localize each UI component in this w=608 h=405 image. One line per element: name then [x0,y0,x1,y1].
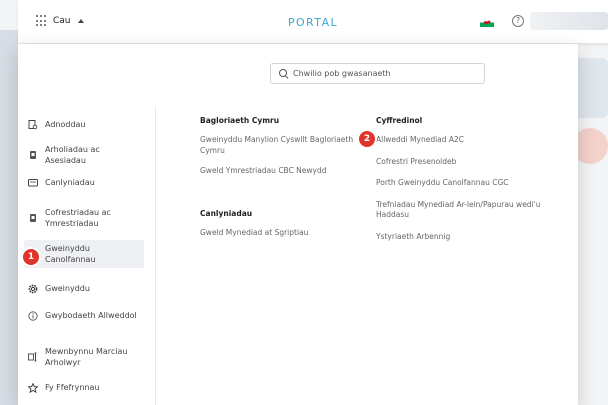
sidebar-item-label: Gweinyddu Canolfannau [45,244,96,264]
top-bar: Cau PORTAL ? [18,0,608,44]
search-input[interactable]: Chwilio pob gwasanaeth [270,63,485,84]
sidebar-item-canlyniadau[interactable]: Canlyniadau [24,174,144,191]
sidebar-item-label: Mewnbynnu Marciau Arholwyr [45,347,128,367]
sidebar-item-arholiadau[interactable]: Arholiadau ac Asesiadau [24,141,144,169]
link-porth-gweinyddu-canolfannau[interactable]: Porth Gweinyddu Canolfannau CGC [376,178,566,189]
sidebar-item-label: Gweinyddu [45,284,90,293]
services-menu-panel: Chwilio pob gwasanaeth Adnoddau Arholiad… [18,44,578,405]
sidebar-item-label: Canlyniadau [45,178,95,187]
search-icon [279,69,288,78]
column-heading: Cyffredinol [376,116,423,125]
link-gweld-mynediad-sgriptiau[interactable]: Gweld Mynediad at Sgriptiau [200,228,360,239]
search-placeholder: Chwilio pob gwasanaeth [293,69,391,78]
help-icon[interactable]: ? [512,15,524,27]
sidebar-item-label: Gwybodaeth Allweddol [45,311,137,320]
step-badge-2: 2 [359,131,375,147]
column-heading: Bagloriaeth Cymru [200,116,280,125]
document-search-icon [28,119,38,129]
marks-entry-icon [28,352,37,362]
info-icon [28,310,38,321]
sidebar-item-label: Fy Ffefrynnau [45,383,100,392]
background-stripe [0,30,18,405]
sidebar-item-label: Adnoddau [45,120,86,129]
exam-icon [30,151,36,159]
sidebar-item-gweinyddu[interactable]: Gweinyddu [24,280,144,297]
sidebar-item-label: Arholiadau ac Asesiadau [45,145,100,165]
sidebar-item-mewnbynnu[interactable]: Mewnbynnu Marciau Arholwyr [24,343,144,371]
sidebar-item-gwybodaeth[interactable]: Gwybodaeth Allweddol [24,307,144,324]
link-trefniadau-mynediad[interactable]: Trefniadau Mynediad Ar-lein/Papurau wedi… [376,200,566,221]
step-badge-1: 1 [23,249,39,265]
sidebar-item-label: Cofrestriadau ac Ymrestriadau [45,208,111,228]
column-cyffredinol: Cyffredinol Allweddi Mynediad A2C Cofres… [376,116,566,242]
sidebar-item-gweinyddu-canolfannau[interactable]: Gweinyddu Canolfannau [24,240,144,268]
user-menu-blur[interactable] [530,12,608,30]
column-bagloriaeth-cymru: Bagloriaeth Cymru Gweinyddu Manylion Cys… [200,116,360,177]
registration-icon [30,214,36,222]
column-canlyniadau: Canlyniadau Gweld Mynediad at Sgriptiau [200,209,360,239]
results-icon [28,178,38,186]
link-ystyriaeth-arbennig[interactable]: Ystyriaeth Arbennig [376,232,566,243]
sidebar-item-ffefrynnau[interactable]: Fy Ffefrynnau [24,379,144,396]
link-gweinyddu-manylion-cyswllt[interactable]: Gweinyddu Manylion Cyswllt Bagloriaeth C… [200,135,360,156]
link-gweld-ymrestriadau-cbc[interactable]: Gweld Ymrestriadau CBC Newydd [200,166,360,177]
link-cofrestri-presenoldeb[interactable]: Cofrestri Presenoldeb [376,157,566,168]
star-icon [28,382,38,393]
gear-icon [28,284,38,293]
welsh-flag-icon[interactable] [480,18,494,27]
sidebar-item-cofrestriadau[interactable]: Cofrestriadau ac Ymrestriadau [24,204,144,232]
sidebar-item-adnoddau[interactable]: Adnoddau [24,116,144,133]
column-heading: Canlyniadau [200,209,253,218]
link-allweddi-mynediad-a2c[interactable]: Allweddi Mynediad A2C [376,135,566,146]
